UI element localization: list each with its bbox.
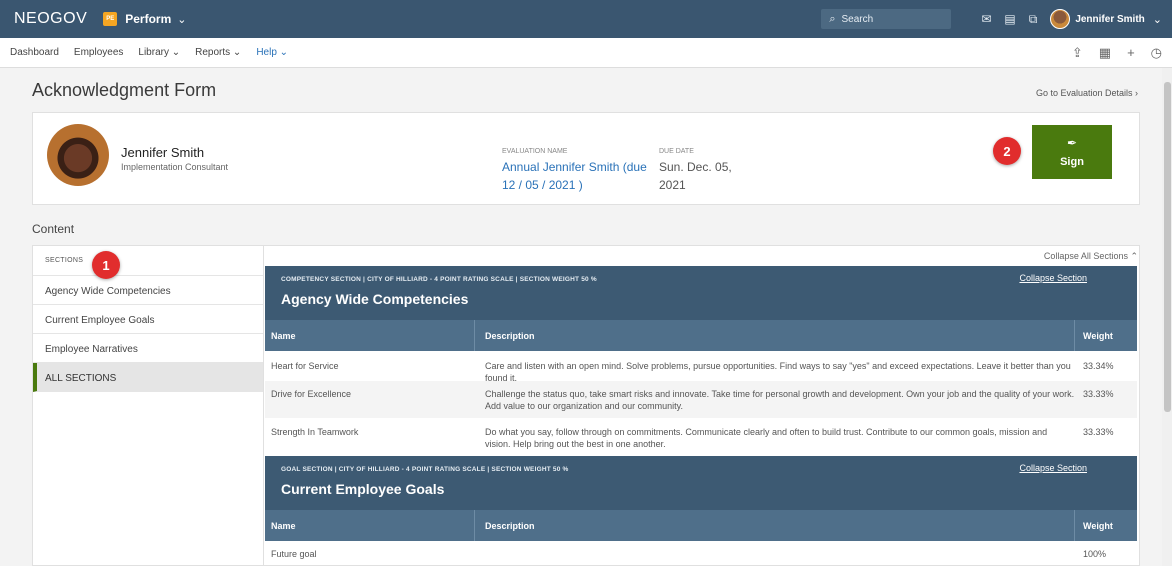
nav-dashboard[interactable]: Dashboard (10, 47, 59, 58)
plus-icon[interactable]: + (1127, 45, 1135, 60)
section-item-all-sections[interactable]: ALL SECTIONS (33, 363, 263, 392)
nav-reports[interactable]: Reports ⌄ (195, 47, 241, 58)
export-icon[interactable]: ⧉ (1029, 12, 1038, 27)
app-badge: PE (103, 12, 118, 26)
top-bar: NEOGOV PE Perform ⌄ ⌕ Search ✉ ▤ ⧉ Jenni… (0, 0, 1172, 38)
goal-section: GOAL SECTION | CITY OF HILLIARD - 4 POIN… (265, 456, 1137, 565)
due-date-label: DUE DATE (659, 148, 694, 155)
sections-header: SECTIONS (33, 246, 263, 276)
scroll-thumb[interactable] (1164, 82, 1171, 412)
nav-employees[interactable]: Employees (74, 47, 123, 58)
brand-logo[interactable]: NEOGOV (14, 10, 87, 28)
section-item-employee-narratives[interactable]: Employee Narratives (33, 334, 263, 363)
table-row: Future goal 100% (271, 549, 1107, 559)
nav-help[interactable]: Help ⌄ (256, 47, 288, 58)
section-title: Agency Wide Competencies (281, 291, 469, 307)
section-item-current-employee-goals[interactable]: Current Employee Goals (33, 305, 263, 334)
column-description: Description (475, 320, 1075, 351)
user-menu[interactable]: Jennifer Smith (1075, 14, 1144, 25)
collapse-all-sections-link[interactable]: Collapse All Sections ⌃ (1044, 251, 1138, 262)
mail-icon[interactable]: ✉ (981, 12, 991, 26)
column-weight: Weight (1083, 520, 1113, 531)
app-switcher[interactable]: Perform (125, 12, 171, 26)
step-badge-1: 1 (92, 251, 120, 279)
sign-button[interactable]: ✒ Sign (1032, 125, 1112, 179)
nav-bar: Dashboard Employees Library ⌄ Reports ⌄ … (0, 38, 1172, 68)
table-header: Name Description Weight (265, 510, 1137, 541)
search-placeholder: Search (841, 13, 874, 25)
step-badge-2: 2 (993, 137, 1021, 165)
nav-library[interactable]: Library ⌄ (138, 47, 180, 58)
share-icon[interactable]: ⇪ (1072, 45, 1083, 61)
table-row: Heart for Service Care and listen with a… (271, 361, 1114, 383)
section-title: Current Employee Goals (281, 481, 445, 497)
employee-card: Jennifer Smith Implementation Consultant… (32, 112, 1140, 205)
section-subtitle: GOAL SECTION | CITY OF HILLIARD - 4 POIN… (281, 466, 569, 473)
column-name: Name (265, 320, 475, 351)
evaluation-name[interactable]: Annual Jennifer Smith (due 12 / 05 / 202… (502, 158, 652, 194)
chevron-down-icon[interactable]: ⌄ (177, 13, 186, 26)
column-description: Description (475, 510, 1075, 541)
competency-section: COMPETENCY SECTION | CITY OF HILLIARD - … (265, 266, 1137, 456)
table-header: Name Description Weight (265, 320, 1137, 351)
section-item-agency-wide-competencies[interactable]: Agency Wide Competencies (33, 276, 263, 305)
due-date: Sun. Dec. 05, 2021 (659, 160, 732, 192)
calendar-icon[interactable]: ▤ (1004, 12, 1015, 26)
search-input[interactable]: ⌕ Search (821, 9, 952, 29)
section-header: COMPETENCY SECTION | CITY OF HILLIARD - … (265, 266, 1137, 320)
page-title: Acknowledgment Form (32, 80, 217, 100)
content-heading: Content (32, 222, 75, 236)
avatar[interactable] (1050, 9, 1071, 29)
evaluation-details-link[interactable]: Go to Evaluation Details › (1036, 88, 1138, 98)
chevron-down-icon[interactable]: ⌄ (1153, 13, 1162, 26)
clock-icon[interactable]: ◷ (1151, 45, 1162, 61)
pen-nib-icon: ✒ (1066, 136, 1078, 150)
column-weight: Weight (1083, 330, 1113, 341)
table-row: Drive for Excellence Challenge the statu… (265, 381, 1137, 418)
collapse-section-link[interactable]: Collapse Section (1019, 273, 1087, 283)
section-subtitle: COMPETENCY SECTION | CITY OF HILLIARD - … (281, 276, 597, 283)
employee-role: Implementation Consultant (121, 162, 229, 172)
avatar (47, 124, 109, 186)
document-icon[interactable]: ▦ (1099, 45, 1111, 61)
column-name: Name (265, 510, 475, 541)
employee-name: Jennifer Smith (121, 145, 205, 160)
scrollbar[interactable] (1162, 68, 1172, 566)
search-icon: ⌕ (829, 12, 836, 25)
sections-panel: SECTIONS Agency Wide Competencies Curren… (32, 245, 264, 566)
table-row: Strength In Teamwork Do what you say, fo… (271, 427, 1114, 449)
section-header: GOAL SECTION | CITY OF HILLIARD - 4 POIN… (265, 456, 1137, 510)
collapse-section-link[interactable]: Collapse Section (1019, 463, 1087, 473)
evaluation-name-label: EVALUATION NAME (502, 148, 568, 155)
